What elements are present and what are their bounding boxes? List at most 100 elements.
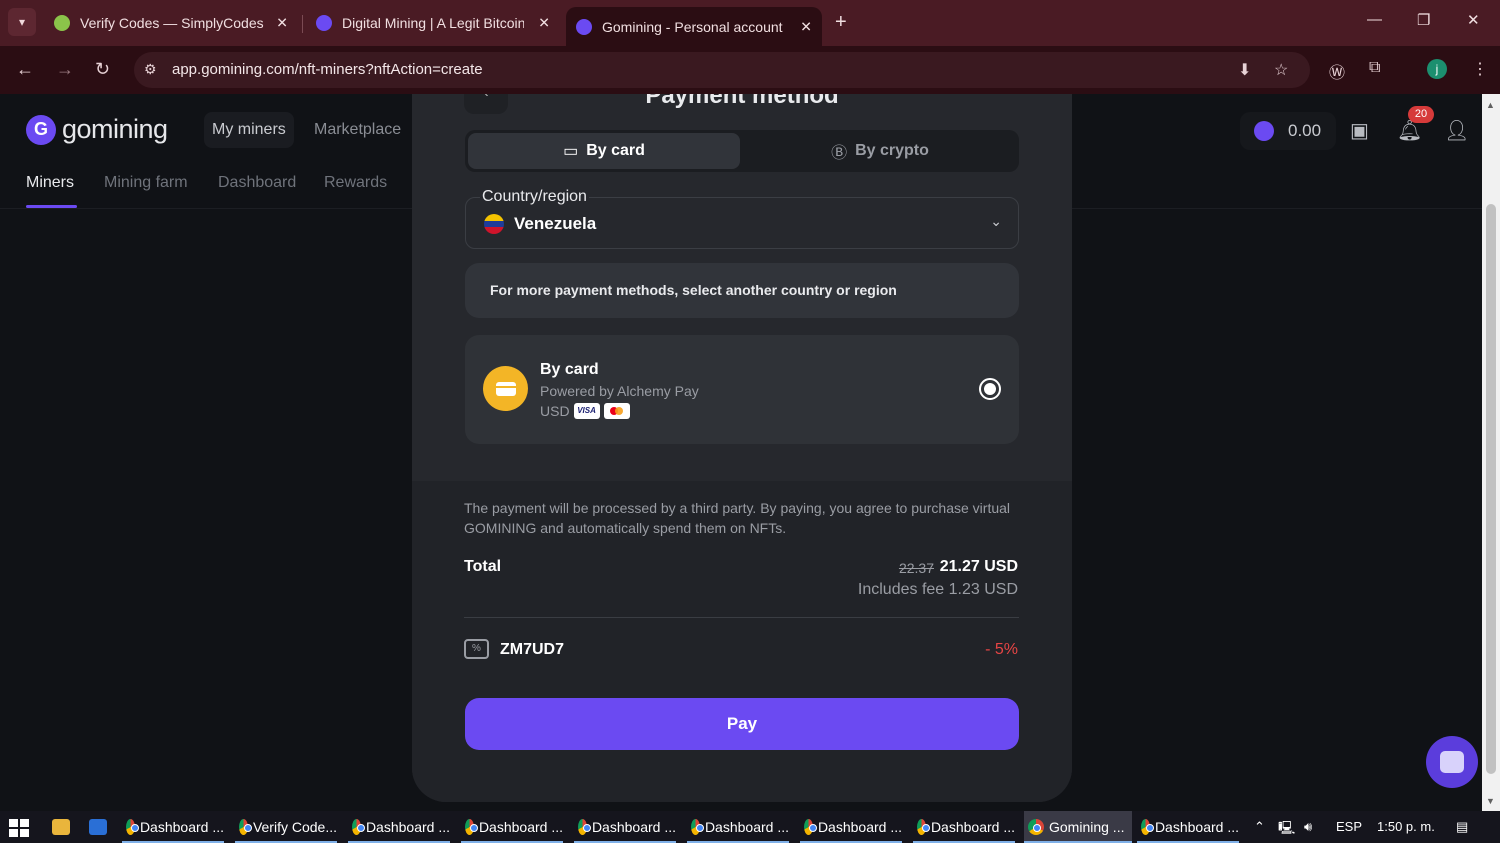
gomining-favicon-icon	[316, 15, 332, 31]
taskbar-item[interactable]: Dashboard ...	[800, 811, 902, 843]
support-chat-button[interactable]	[1426, 736, 1478, 788]
volume-icon[interactable]: 🔊︎	[1304, 819, 1312, 835]
profile-avatar[interactable]: j	[1427, 59, 1447, 79]
reload-icon[interactable]: ↻	[95, 59, 110, 80]
visa-icon: VISA	[573, 403, 600, 419]
card-payment-icon	[483, 366, 528, 411]
language-indicator[interactable]: ESP	[1336, 819, 1362, 834]
taskbar-item[interactable]: Dashboard ...	[1137, 811, 1239, 843]
restore-button[interactable]: ❐	[1417, 11, 1430, 29]
close-window-button[interactable]: ✕	[1467, 11, 1480, 29]
scroll-thumb[interactable]	[1486, 204, 1496, 774]
promo-code: ZM7UD7	[500, 641, 565, 658]
taskbar-item[interactable]: Dashboard ...	[687, 811, 789, 843]
tab-digital-mining[interactable]: Digital Mining | A Legit Bitcoin ✕	[306, 6, 560, 40]
taskbar-item[interactable]: Dashboard ...	[574, 811, 676, 843]
scroll-down-arrow-icon[interactable]: ▼	[1486, 796, 1495, 806]
subnav-rewards[interactable]: Rewards	[324, 174, 387, 192]
site-settings-icon[interactable]: ⚙	[144, 61, 157, 78]
bitcoin-icon: Ⓑ	[831, 145, 848, 162]
promo-ticket-icon: %	[464, 639, 489, 659]
currency-row: USD VISA	[540, 403, 630, 419]
taskbar-item[interactable]: Verify Code...	[235, 811, 337, 843]
fee-note: Includes fee 1.23 USD	[857, 581, 1018, 598]
chrome-icon	[578, 819, 591, 835]
chrome-icon	[1028, 819, 1044, 835]
network-icon[interactable]: 🖳︎	[1278, 819, 1295, 841]
user-icon[interactable]: 👤︎	[1444, 118, 1469, 143]
total-old-price: 22.37	[898, 560, 934, 576]
payment-type-switch: ▭ By card Ⓑ By crypto	[465, 130, 1019, 172]
tab-separator	[302, 15, 303, 33]
gomining-logo[interactable]: G gomining	[26, 114, 168, 145]
gomining-coin-icon	[1254, 121, 1274, 141]
close-tab-icon[interactable]: ✕	[276, 15, 288, 32]
payment-option-radio[interactable]	[979, 378, 1001, 400]
modal-title: Payment method	[645, 94, 839, 109]
new-tab-button[interactable]: +	[835, 11, 847, 34]
country-label: Country/region	[480, 188, 589, 206]
subnav-miners[interactable]: Miners	[26, 174, 74, 192]
tab-by-card[interactable]: ▭ By card	[468, 133, 740, 169]
browser-tab-bar: ▾ Verify Codes — SimplyCodes ✕ Digital M…	[0, 0, 1500, 46]
windows-start-icon[interactable]	[9, 819, 29, 837]
forward-arrow-icon[interactable]: →	[56, 59, 74, 80]
install-app-icon[interactable]: ⬇	[1238, 60, 1251, 80]
bookmark-star-icon[interactable]: ☆	[1274, 60, 1288, 80]
tray-chevron-up-icon[interactable]: ⌃	[1254, 819, 1265, 835]
chrome-icon	[691, 819, 704, 835]
taskbar-item[interactable]: Dashboard ...	[122, 811, 224, 843]
subnav-mining-farm[interactable]: Mining farm	[104, 174, 188, 192]
taskbar-item[interactable]: Dashboard ...	[348, 811, 450, 843]
file-explorer-icon[interactable]	[52, 819, 70, 835]
page-scrollbar[interactable]: ▲ ▼	[1482, 94, 1500, 811]
chrome-icon	[1141, 819, 1154, 835]
extensions-puzzle-icon[interactable]: ⧉	[1369, 59, 1380, 77]
address-bar[interactable]: ⚙ app.gomining.com/nft-miners?nftAction=…	[134, 52, 1310, 88]
tab-search-button[interactable]: ▾	[8, 8, 36, 36]
mastercard-icon	[603, 403, 630, 419]
chat-icon	[1440, 751, 1464, 773]
tab-by-crypto[interactable]: Ⓑ By crypto	[744, 133, 1016, 169]
clock[interactable]: 1:50 p. m.	[1377, 819, 1435, 834]
notifications-icon[interactable]: ▤	[1456, 819, 1468, 835]
payment-method-modal: ‹ Payment method ▭ By card Ⓑ By crypto V…	[412, 94, 1072, 802]
scroll-up-arrow-icon[interactable]: ▲	[1486, 100, 1495, 110]
wallet-icon[interactable]: ▣	[1350, 118, 1369, 143]
balance-pill[interactable]: 0.00	[1240, 112, 1336, 150]
credit-card-icon: ▭	[563, 143, 579, 160]
disclaimer-text: The payment will be processed by a third…	[464, 500, 1011, 536]
subnav-dashboard[interactable]: Dashboard	[218, 174, 296, 192]
chrome-icon	[804, 819, 817, 835]
close-tab-icon[interactable]: ✕	[538, 15, 550, 32]
extension-w-icon[interactable]: Ⓦ	[1329, 59, 1345, 83]
close-tab-icon[interactable]: ✕	[800, 18, 812, 35]
taskbar-item[interactable]: Dashboard ...	[461, 811, 563, 843]
pay-button[interactable]: Pay	[465, 698, 1019, 750]
page: G gomining My miners Marketplace Miners …	[0, 94, 1482, 811]
tab-verify-codes[interactable]: Verify Codes — SimplyCodes ✕	[44, 6, 298, 40]
nav-marketplace[interactable]: Marketplace	[306, 112, 409, 148]
summary-divider	[464, 617, 1019, 618]
venezuela-flag-icon	[484, 214, 504, 234]
chevron-down-icon: ⌄	[990, 213, 1002, 229]
gomining-favicon-icon	[576, 18, 592, 35]
payment-option-card[interactable]: By card Powered by Alchemy Pay USD VISA	[465, 335, 1019, 444]
info-notice: For more payment methods, select another…	[465, 263, 1019, 318]
browser-menu-icon[interactable]: ⋮	[1472, 59, 1488, 79]
store-icon[interactable]	[89, 819, 107, 835]
chrome-icon	[239, 819, 252, 835]
tab-gomining-personal[interactable]: Gomining - Personal account ✕	[566, 7, 822, 46]
simplycodes-favicon-icon	[54, 15, 70, 31]
back-arrow-icon[interactable]: ←	[16, 59, 34, 80]
promo-discount: - 5%	[985, 641, 1018, 658]
taskbar: Dashboard ... Verify Code... Dashboard .…	[0, 811, 1500, 843]
taskbar-item[interactable]: Dashboard ...	[913, 811, 1015, 843]
total-label: Total	[464, 558, 502, 575]
chrome-icon	[917, 819, 930, 835]
chrome-icon	[126, 819, 139, 835]
minimize-button[interactable]: —	[1367, 11, 1382, 28]
taskbar-item-active[interactable]: Gomining ...	[1024, 811, 1132, 843]
nav-my-miners[interactable]: My miners	[204, 112, 294, 148]
notification-badge: 20	[1408, 106, 1434, 123]
